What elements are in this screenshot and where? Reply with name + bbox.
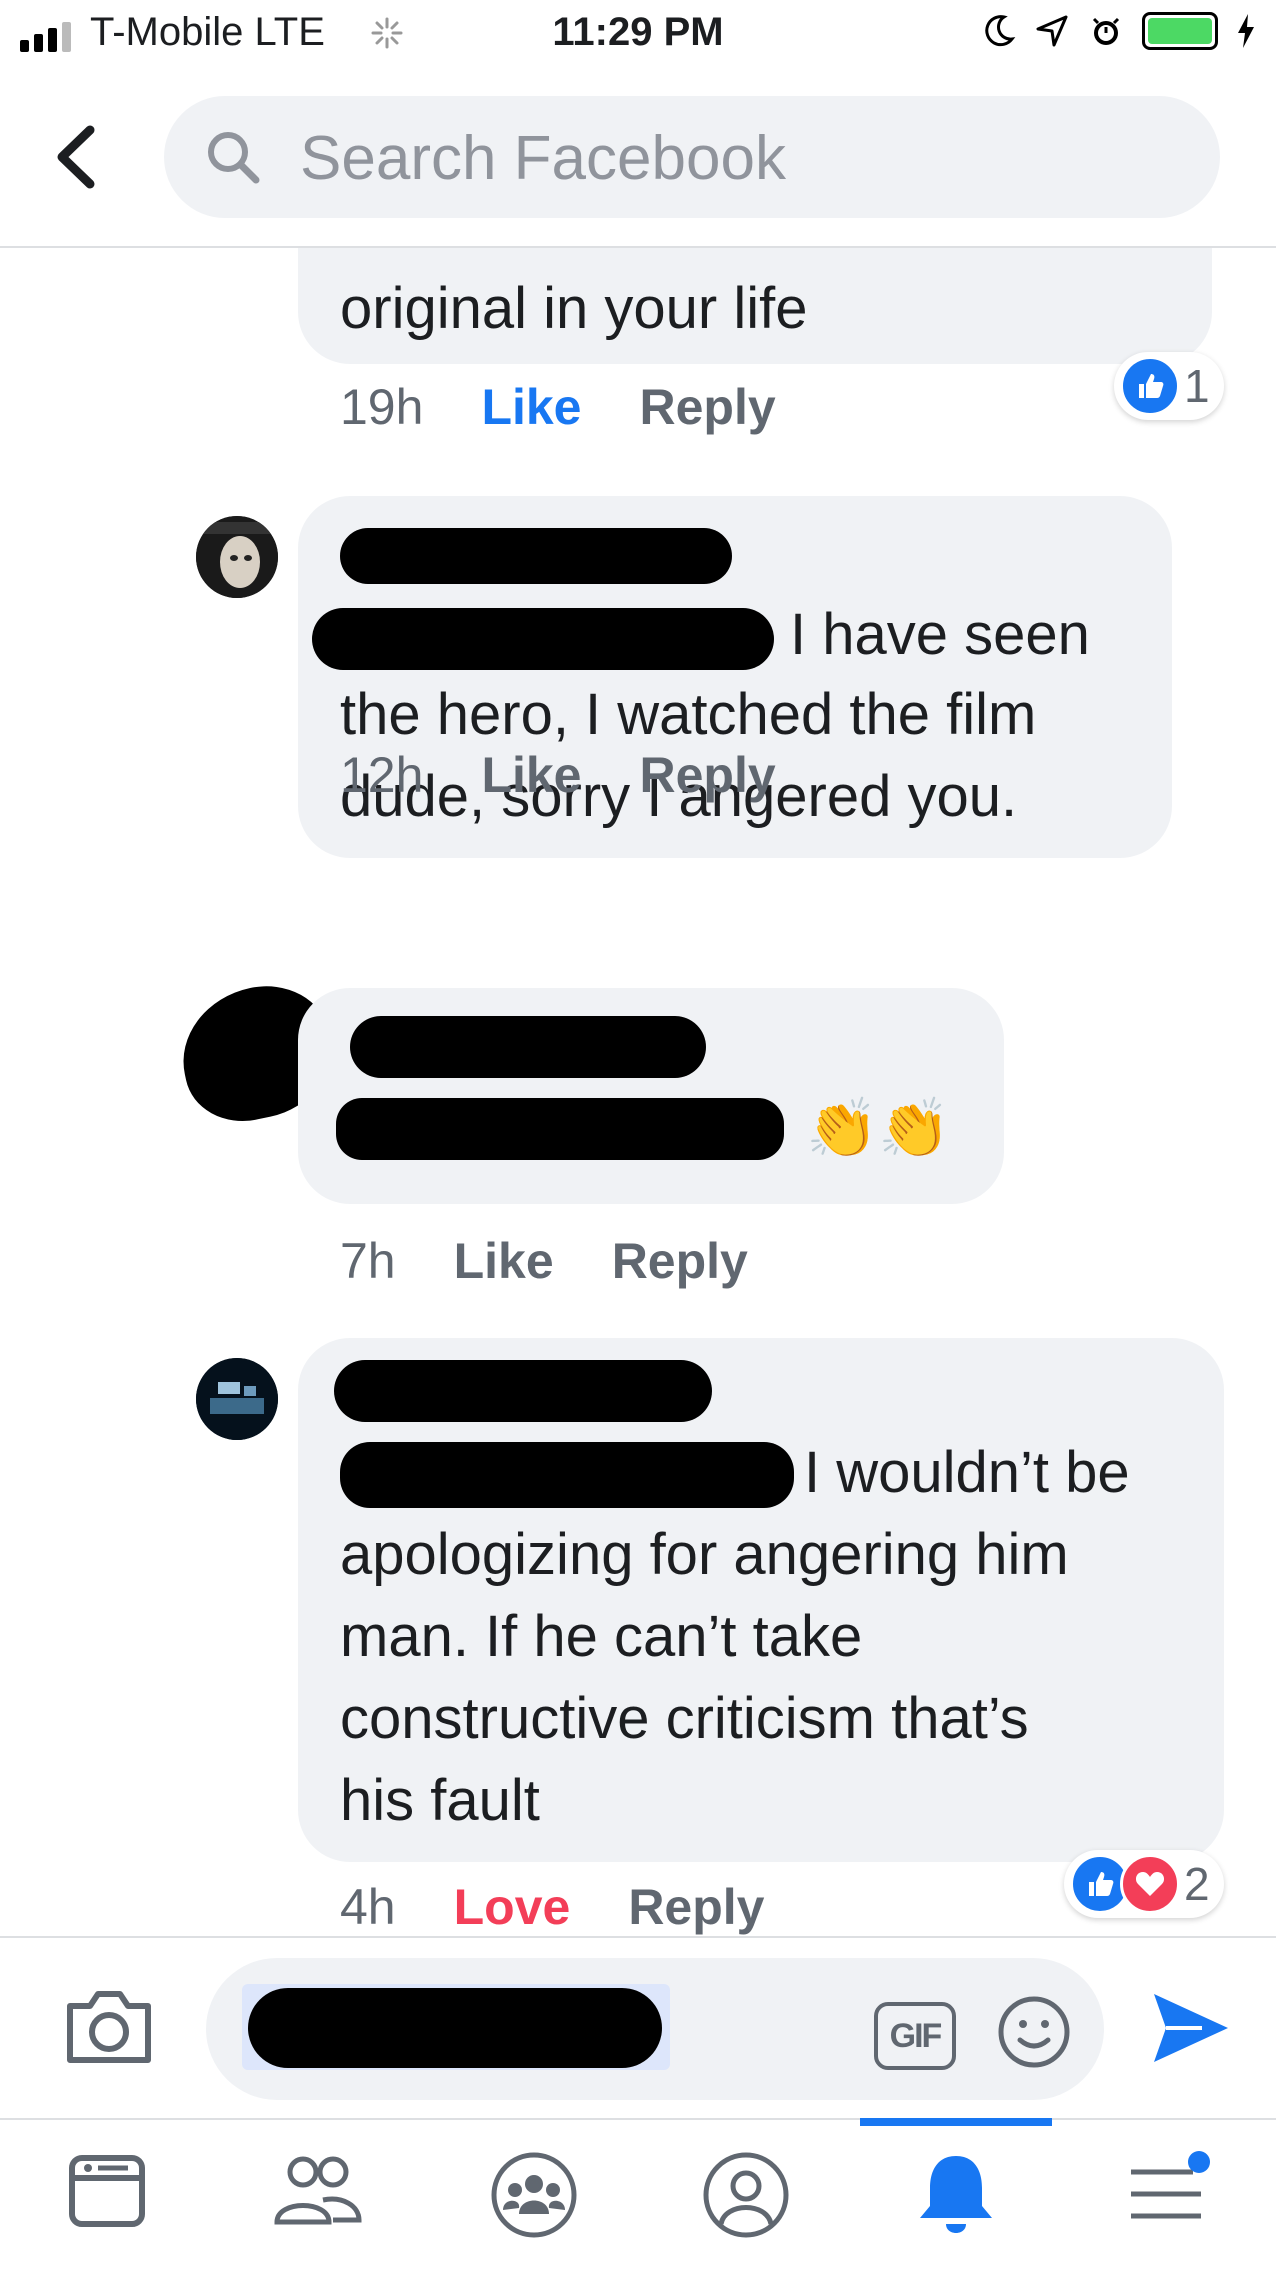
- redacted-name: [350, 1016, 706, 1078]
- back-arrow-icon[interactable]: [52, 122, 102, 192]
- comment-timestamp: 12h: [340, 747, 424, 803]
- camera-icon[interactable]: [62, 1986, 156, 2068]
- location-arrow-icon: [1036, 15, 1068, 47]
- active-tab-indicator: [860, 2118, 1052, 2126]
- comment-timestamp: 7h: [340, 1233, 396, 1289]
- comment-actions: 12h Like Reply: [340, 746, 776, 804]
- redacted-text: [336, 1098, 784, 1160]
- bottom-tab-bar: [0, 2118, 1276, 2270]
- comment-timestamp: 4h: [340, 1879, 396, 1935]
- clapping-emoji: 👏👏: [806, 1096, 951, 1161]
- menu-icon: [1131, 2151, 1210, 2219]
- gif-button[interactable]: GIF: [874, 2002, 956, 2070]
- love-reaction-icon: [1120, 1854, 1180, 1914]
- comment-text: apologizing for angering him man. If he …: [340, 1522, 1069, 1833]
- comment: I wouldn’t be apologizing for angering h…: [0, 1338, 1276, 1936]
- battery-icon: [1142, 12, 1218, 50]
- notification-dot: [1188, 2151, 1210, 2173]
- friends-icon: [274, 2156, 362, 2225]
- love-button[interactable]: Love: [454, 1878, 571, 1936]
- reaction-count: 2: [1184, 1858, 1210, 1910]
- send-icon[interactable]: [1150, 1988, 1232, 2068]
- tab-profile[interactable]: [686, 2150, 806, 2250]
- reaction-summary[interactable]: 1: [1114, 352, 1224, 420]
- groups-icon: [491, 2152, 577, 2238]
- alarm-icon: [1092, 17, 1120, 45]
- tab-notifications[interactable]: [896, 2150, 1016, 2250]
- comment-actions: 4h Love Reply: [340, 1878, 765, 1936]
- search-bar[interactable]: [164, 96, 1220, 218]
- tab-groups[interactable]: [474, 2150, 594, 2250]
- like-button[interactable]: Like: [481, 378, 581, 436]
- comment-timestamp: 19h: [340, 379, 424, 435]
- redacted-text: [312, 608, 774, 670]
- search-header: [0, 70, 1276, 248]
- like-reaction-icon: [1120, 356, 1180, 416]
- reaction-count: 1: [1184, 360, 1210, 412]
- comment-feed[interactable]: original in your life 19h Like Reply 1 I…: [0, 246, 1276, 1936]
- tab-menu[interactable]: [1106, 2150, 1226, 2250]
- tab-news-feed[interactable]: [47, 2150, 167, 2250]
- comment: I have seen the hero, I watched the film…: [0, 496, 1276, 916]
- bell-icon: [920, 2156, 992, 2233]
- moon-icon: [985, 15, 1016, 47]
- reply-button[interactable]: Reply: [640, 746, 776, 804]
- reply-button[interactable]: Reply: [612, 1232, 748, 1290]
- draft-mention: [242, 1984, 670, 2070]
- comment-text: I wouldn’t be: [804, 1440, 1130, 1505]
- redacted-name: [340, 528, 732, 584]
- search-input[interactable]: [298, 116, 1162, 200]
- comment: 👏👏 7h Like Reply: [0, 973, 1276, 1308]
- status-bar: T-Mobile LTE 11:29 PM: [0, 0, 1276, 70]
- search-icon: [208, 132, 260, 184]
- like-button[interactable]: Like: [481, 746, 581, 804]
- charging-bolt-icon: [1238, 14, 1254, 48]
- reply-button[interactable]: Reply: [640, 378, 776, 436]
- redacted-name: [334, 1360, 712, 1422]
- comment-composer: GIF: [0, 1936, 1276, 2120]
- news-feed-icon: [69, 2155, 145, 2227]
- emoji-icon[interactable]: [996, 1994, 1072, 2070]
- avatar[interactable]: [196, 1358, 278, 1440]
- redacted-text: [340, 1442, 794, 1508]
- comment-actions: 19h Like Reply: [340, 378, 776, 436]
- reply-button[interactable]: Reply: [628, 1878, 764, 1936]
- tab-friends[interactable]: [258, 2150, 378, 2250]
- redacted-text: [248, 1988, 662, 2068]
- comment-text: I have seen: [790, 602, 1090, 667]
- comment: original in your life 19h Like Reply 1: [0, 246, 1276, 446]
- avatar[interactable]: [196, 516, 278, 598]
- comment-actions: 7h Like Reply: [340, 1232, 748, 1290]
- like-button[interactable]: Like: [454, 1232, 554, 1290]
- profile-icon: [703, 2152, 789, 2238]
- comment-input[interactable]: GIF: [206, 1958, 1104, 2100]
- comment-text: original in your life: [340, 276, 808, 341]
- reaction-summary[interactable]: 2: [1064, 1850, 1224, 1918]
